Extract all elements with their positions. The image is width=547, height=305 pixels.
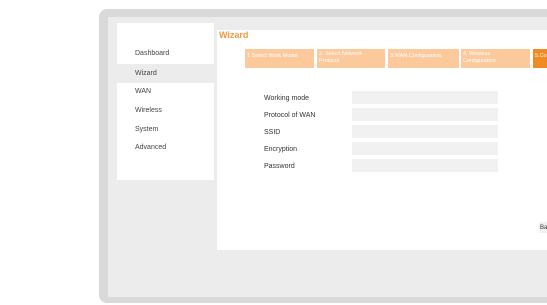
encryption-field[interactable] — [352, 142, 498, 155]
sidebar-item-wizard[interactable]: Wizard — [117, 64, 214, 83]
back-button[interactable]: Back — [539, 222, 547, 233]
step-label: 1.Select Work Model — [247, 53, 298, 59]
sidebar-item-system[interactable]: System — [117, 120, 214, 139]
ssid-label: SSID — [264, 129, 281, 136]
sidebar-item-dashboard[interactable]: Dashboard — [117, 44, 214, 63]
working-mode-field[interactable] — [352, 91, 498, 104]
step-wireless-configuration[interactable]: 4. Wireless Configuration — [461, 49, 530, 68]
sidebar-item-wan[interactable]: WAN — [117, 82, 214, 101]
encryption-label: Encryption — [264, 146, 298, 153]
step-label: 3.WAN Configuration — [390, 53, 442, 59]
protocol-of-wan-label: Protocol of WAN — [264, 112, 316, 119]
step-select-work-model[interactable]: 1.Select Work Model — [245, 49, 314, 68]
step-label: 5.Co — [535, 53, 547, 59]
sidebar: Dashboard Wizard WAN Wireless System Adv… — [117, 23, 214, 180]
sidebar-item-wireless[interactable]: Wireless — [117, 101, 214, 120]
wizard-panel: Wizard 1.Select Work Model 2. Select Net… — [217, 30, 547, 250]
step-label-line2: Configuration — [463, 57, 496, 64]
page-title: Wizard — [219, 30, 249, 40]
password-field[interactable] — [352, 159, 498, 172]
password-label: Password — [264, 163, 295, 170]
step-wan-configuration[interactable]: 3.WAN Configuration — [388, 49, 459, 68]
step-label-line2: Protocol — [319, 57, 340, 64]
step-select-network-protocol[interactable]: 2. Select Network Protocol — [317, 49, 385, 68]
working-mode-label: Working mode — [264, 95, 310, 102]
protocol-of-wan-field[interactable] — [352, 108, 498, 121]
sidebar-item-advanced[interactable]: Advanced — [117, 138, 214, 157]
step-complete[interactable]: 5.Co — [533, 49, 547, 68]
ssid-field[interactable] — [352, 125, 498, 138]
